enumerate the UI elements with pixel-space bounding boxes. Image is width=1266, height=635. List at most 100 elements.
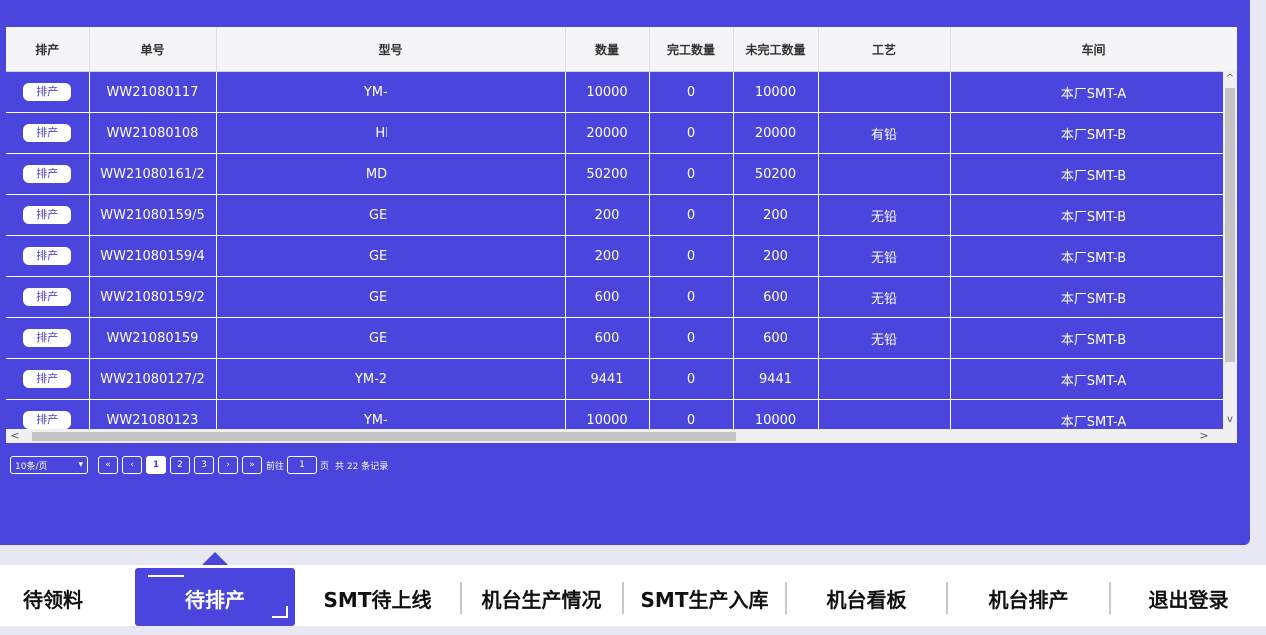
cell-done: 0 — [649, 276, 734, 318]
col-header-undone[interactable]: 未完工数量 — [733, 27, 819, 72]
table-row[interactable]: 排产WW21080127/2YM-202-4U944109441本厂SMT-A — [6, 358, 1237, 400]
scroll-left-icon[interactable]: < — [8, 429, 22, 443]
cell-workshop: 本厂SMT-B — [950, 112, 1237, 154]
cell-process: 无铅 — [818, 235, 951, 277]
cell-qty: 600 — [565, 317, 650, 359]
scroll-up-icon[interactable]: ^ — [1223, 72, 1237, 86]
col-header-qty[interactable]: 数量 — [565, 27, 650, 72]
next-page-button[interactable]: › — [218, 456, 238, 474]
cell-undone: 600 — [733, 276, 819, 318]
cell-action: 排产 — [6, 71, 90, 113]
cell-action: 排产 — [6, 276, 90, 318]
nav-item-pending-material[interactable]: 待领料 — [0, 565, 106, 626]
cell-qty: 20000 — [565, 112, 650, 154]
cell-undone: 200 — [733, 235, 819, 277]
cell-undone: 200 — [733, 194, 819, 236]
schedule-button[interactable]: 排产 — [23, 411, 72, 429]
table-row[interactable]: 排产 WW21080161/2MD-Q1/50200050200 本厂SMT-B — [6, 153, 1237, 195]
schedule-button[interactable]: 排产 — [23, 247, 72, 265]
cell-model: GE310 — [216, 276, 566, 318]
col-header-done[interactable]: 完工数量 — [649, 27, 734, 72]
cell-done: 0 — [649, 71, 734, 113]
table-header-row: 排产 单号 型号 数量 完工数量 未完工数量 工艺 车间 — [6, 27, 1237, 72]
cell-done: 0 — [649, 235, 734, 277]
table-row[interactable]: 排产WW21080159/2GE3106000600无铅本厂SMT-B — [6, 276, 1237, 318]
col-header-process[interactable]: 工艺 — [818, 27, 951, 72]
schedule-button[interactable]: 排产 — [23, 370, 72, 388]
cell-workshop: 本厂SMT-B — [950, 153, 1237, 195]
bottom-nav: 待领料 待排产 SMT待上线 机台生产情况 SMT生产入库 机台看板 机台排产 … — [0, 565, 1266, 626]
horizontal-scroll-thumb[interactable] — [32, 432, 736, 441]
nav-item-smt-pending[interactable]: SMT待上线 — [296, 565, 459, 626]
page-3-button[interactable]: 3 — [194, 456, 214, 474]
nav-item-machine-schedule[interactable]: 机台排产 — [948, 565, 1109, 626]
col-header-model[interactable]: 型号 — [216, 27, 566, 72]
col-header-order[interactable]: 单号 — [89, 27, 217, 72]
scroll-right-icon[interactable]: > — [1197, 429, 1211, 443]
first-page-button[interactable]: « — [98, 456, 118, 474]
cell-action: 排产 — [6, 112, 90, 154]
schedule-button[interactable]: 排产 — [23, 83, 72, 101]
pagination: 10条/页 ▾ « ‹ 1 2 3 › » 前往 1 页 共 22 条记录 — [10, 455, 388, 475]
col-header-workshop[interactable]: 车间 — [950, 27, 1237, 72]
model-redaction — [386, 113, 465, 153]
cell-model: YM-202- — [216, 71, 566, 113]
cell-order: WW21080117 — [89, 71, 217, 113]
cell-undone: 20000 — [733, 112, 819, 154]
model-redaction — [386, 359, 465, 399]
order-table: 排产 单号 型号 数量 完工数量 未完工数量 工艺 车间 排产 WW2108011… — [6, 27, 1237, 444]
cell-done: 0 — [649, 358, 734, 400]
model-redaction — [386, 277, 465, 317]
page-2-button[interactable]: 2 — [170, 456, 190, 474]
goto-suffix: 页 — [320, 461, 330, 472]
schedule-button[interactable]: 排产 — [23, 288, 72, 306]
table-row[interactable]: 排产WW21080117YM-202-10000010000本厂SMT-A — [6, 71, 1237, 113]
cell-qty: 50200 — [565, 153, 650, 195]
cell-workshop: 本厂SMT-B — [950, 235, 1237, 277]
model-redaction — [386, 72, 465, 112]
cell-order: WW21080161/2 — [89, 153, 217, 195]
cell-model: YM-202-4U — [216, 358, 566, 400]
schedule-button[interactable]: 排产 — [23, 329, 72, 347]
scroll-down-icon[interactable]: v — [1223, 413, 1237, 427]
cell-workshop: 本厂SMT-B — [950, 276, 1237, 318]
cell-action: 排产 — [6, 317, 90, 359]
schedule-button[interactable]: 排产 — [23, 124, 72, 142]
table-row[interactable]: 排产WW21080159GE3106000600无铅本厂SMT-B — [6, 317, 1237, 359]
schedule-button[interactable]: 排产 — [23, 165, 72, 183]
active-tab-pointer-icon — [202, 552, 228, 565]
nav-item-logout[interactable]: 退出登录 — [1111, 565, 1266, 626]
cell-action: 排产 — [6, 194, 90, 236]
total-records: 共 22 条记录 — [335, 461, 389, 472]
page-1-button[interactable]: 1 — [146, 456, 166, 474]
page-size-select[interactable]: 10条/页 ▾ — [10, 456, 88, 474]
cell-workshop: 本厂SMT-A — [950, 71, 1237, 113]
horizontal-scrollbar[interactable]: < > — [6, 429, 1237, 443]
table-row[interactable]: 排产WW21080159/4GE2102000200无铅本厂SMT-B — [6, 235, 1237, 277]
cell-action: 排产 — [6, 153, 90, 195]
vertical-scrollbar[interactable]: ^ v — [1223, 70, 1237, 429]
cell-workshop: 本厂SMT-B — [950, 317, 1237, 359]
cell-model: HDY- — [216, 112, 566, 154]
nav-item-machine-board[interactable]: 机台看板 — [787, 565, 946, 626]
cell-undone: 9441 — [733, 358, 819, 400]
chevron-down-icon: ▾ — [78, 460, 83, 470]
goto-page-input[interactable]: 1 — [287, 456, 318, 474]
cell-process: 有铅 — [818, 112, 951, 154]
table-row[interactable]: 排产WW21080108HDY-20000020000有铅本厂SMT-B — [6, 112, 1237, 154]
cell-done: 0 — [649, 112, 734, 154]
nav-item-machine-status[interactable]: 机台生产情况 — [462, 565, 621, 626]
cell-qty: 200 — [565, 235, 650, 277]
table-row[interactable]: 排产WW21080159/5GE1102000200无铅本厂SMT-B — [6, 194, 1237, 236]
cell-order: WW21080159/5 — [89, 194, 217, 236]
model-redaction — [386, 318, 465, 358]
cell-process — [818, 71, 951, 113]
last-page-button[interactable]: » — [242, 456, 262, 474]
tab-decoration — [148, 575, 184, 577]
nav-item-smt-warehousing[interactable]: SMT生产入库 — [624, 565, 785, 626]
col-header-action[interactable]: 排产 — [6, 27, 90, 72]
schedule-button[interactable]: 排产 — [23, 206, 72, 224]
prev-page-button[interactable]: ‹ — [122, 456, 142, 474]
vertical-scroll-thumb[interactable] — [1225, 88, 1235, 362]
cell-workshop: 本厂SMT-A — [950, 358, 1237, 400]
